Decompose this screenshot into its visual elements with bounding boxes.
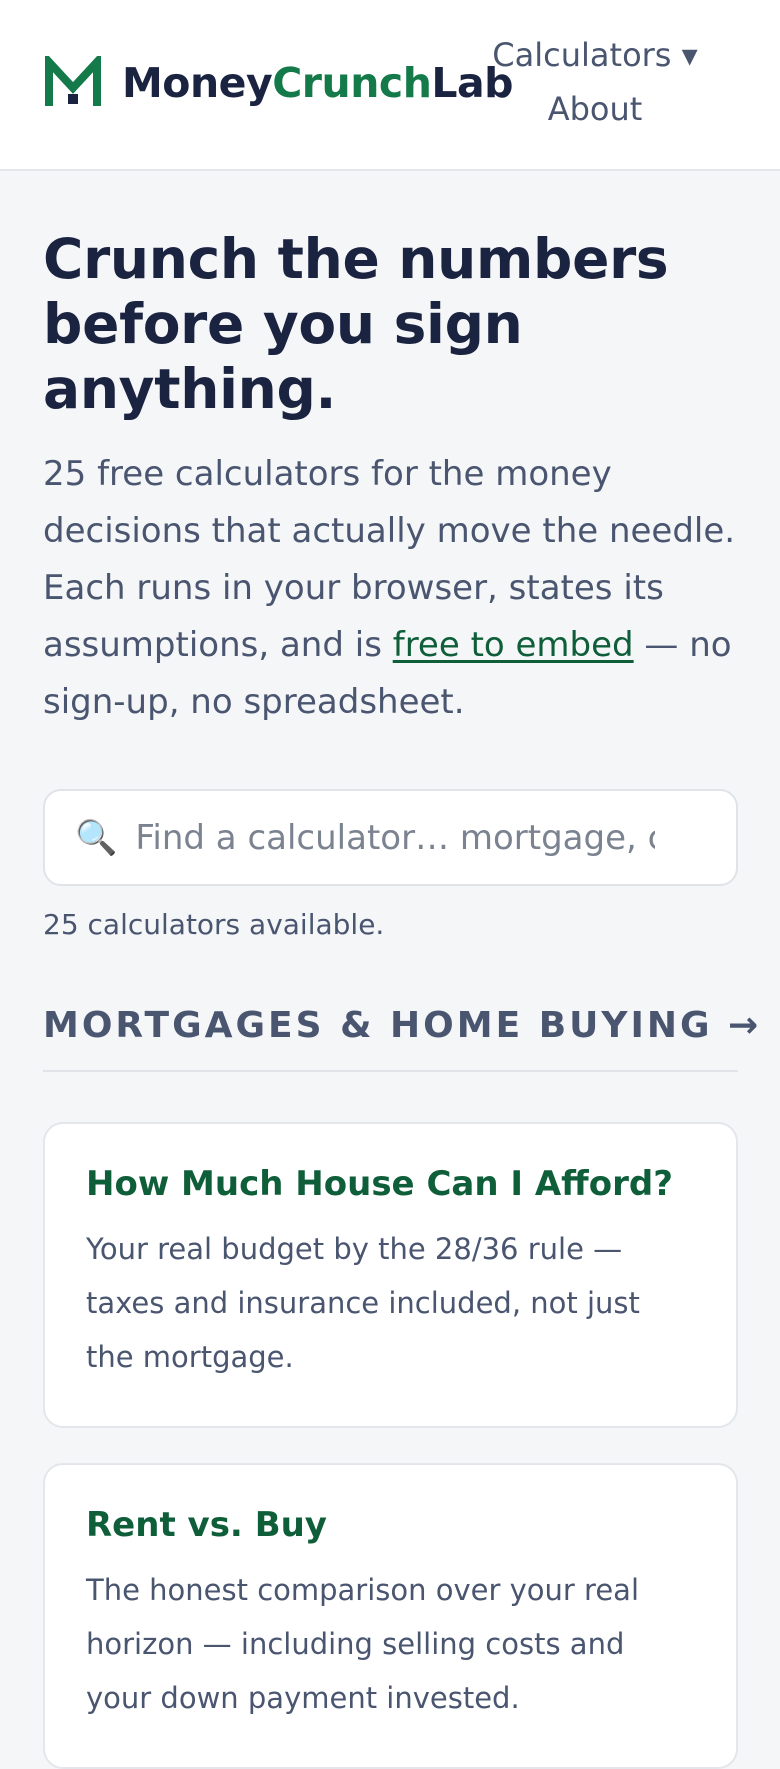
main-nav: Calculators ▾ About [485,28,705,136]
brand-name: MoneyCrunchLab [122,59,514,107]
search-input[interactable] [135,817,656,858]
nav-about-link[interactable]: About [485,82,705,136]
calculator-card[interactable]: How Much House Can I Afford? Your real b… [43,1122,738,1428]
m-logo-icon [45,56,101,106]
home-logo-link[interactable]: MoneyCrunchLab [44,56,514,110]
page-title: Crunch the numbers before you sign anyth… [43,227,669,421]
nav-calculators-dropdown[interactable]: Calculators ▾ [485,28,705,82]
section-link-mortgages[interactable]: MORTGAGES & HOME BUYING → [43,1005,758,1072]
calculator-count: 25 calculators available. [43,908,385,941]
search-icon: 🔍 [75,817,118,858]
intro-paragraph: 25 free calculators for the money decisi… [43,446,738,731]
card-title[interactable]: How Much House Can I Afford? [86,1162,695,1206]
calculator-card[interactable]: Rent vs. Buy The honest comparison over … [43,1463,738,1769]
card-description: The honest comparison over your real hor… [86,1573,640,1715]
free-to-embed-link[interactable]: free to embed [393,625,634,665]
search-box[interactable]: 🔍 [43,789,738,886]
card-description: Your real budget by the 28/36 rule — tax… [86,1232,640,1374]
main-content: Crunch the numbers before you sign anyth… [43,171,758,1769]
card-title[interactable]: Rent vs. Buy [86,1503,695,1547]
site-header: MoneyCrunchLab Calculators ▾ About [0,0,780,171]
